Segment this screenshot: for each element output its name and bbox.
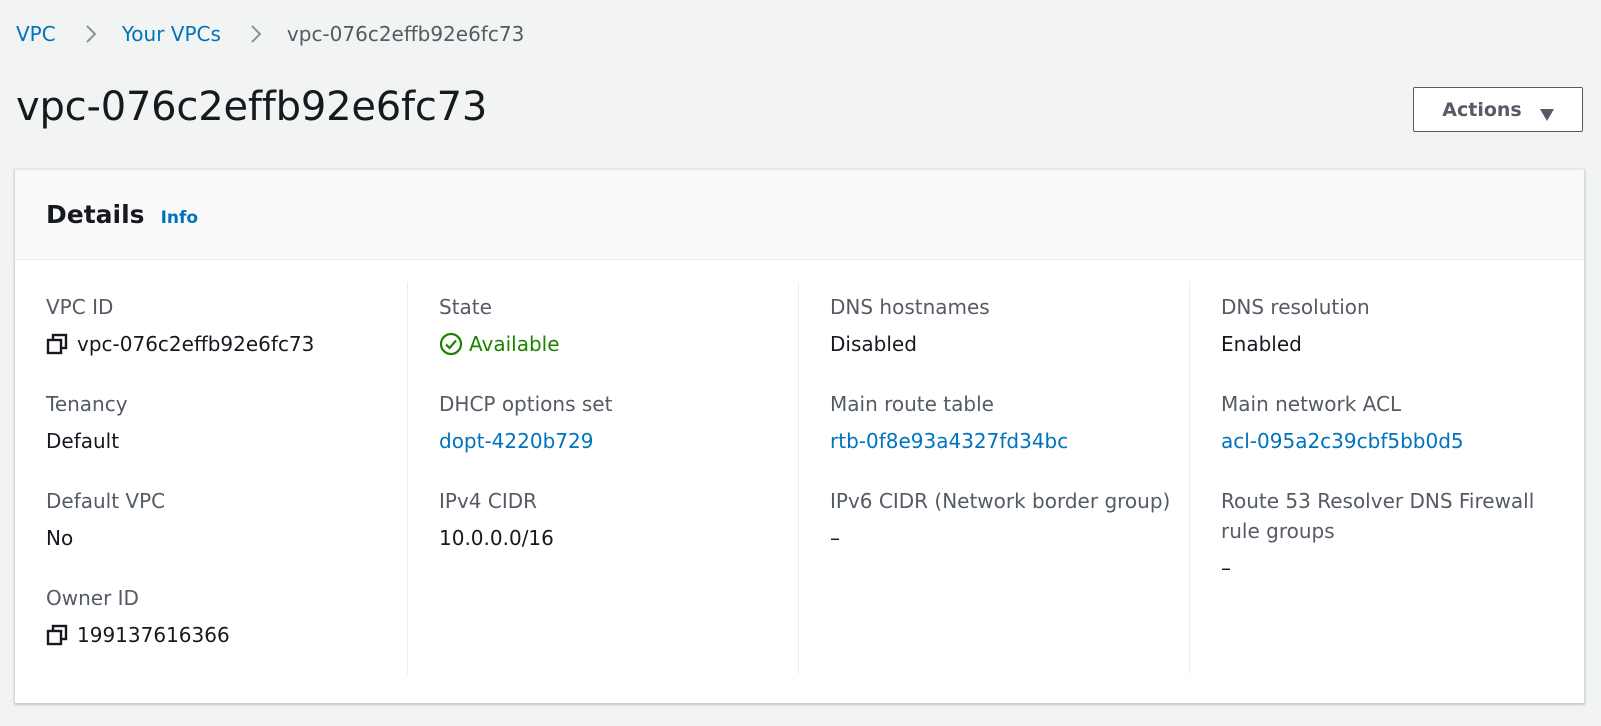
details-column-3: DNS hostnames Disabled Main route table … [830, 282, 1190, 674]
field-label: Default VPC [46, 489, 166, 513]
field-dhcp-options-set: DHCP options set dopt-4220b729 [439, 389, 799, 456]
main-route-table-link[interactable]: rtb-0f8e93a4327fd34bc [830, 426, 1190, 456]
ipv4-cidr-value: 10.0.0.0/16 [439, 526, 554, 550]
page-title: vpc-076c2effb92e6fc73 [16, 84, 488, 130]
field-label: Main network ACL [1221, 392, 1402, 416]
field-label: Owner ID [46, 586, 139, 610]
field-value: Available [439, 329, 799, 359]
field-label: DNS hostnames [830, 295, 990, 319]
default-vpc-value: No [46, 526, 74, 550]
field-value: 199137616366 [46, 620, 406, 650]
info-link[interactable]: Info [161, 208, 199, 228]
breadcrumb: VPC Your VPCs vpc-076c2effb92e6fc73 [16, 20, 524, 48]
breadcrumb-current: vpc-076c2effb92e6fc73 [286, 22, 525, 46]
dns-resolution-value: Enabled [1221, 332, 1302, 356]
field-vpc-id: VPC ID vpc-076c2effb92e6fc73 [46, 292, 406, 359]
chevron-right-icon [247, 23, 265, 45]
field-label: DHCP options set [439, 392, 613, 416]
details-panel: Details Info VPC ID vpc-076c2effb92e6fc7… [15, 169, 1584, 703]
field-ipv6-cidr: IPv6 CIDR (Network border group) – [830, 486, 1190, 553]
details-column-2: State Available DHCP options set dopt-42… [439, 282, 799, 674]
main-network-acl-link[interactable]: acl-095a2c39cbf5bb0d5 [1221, 426, 1581, 456]
field-label: Main route table [830, 392, 994, 416]
details-columns: VPC ID vpc-076c2effb92e6fc73 Tenancy Def… [15, 282, 1584, 674]
field-ipv4-cidr: IPv4 CIDR 10.0.0.0/16 [439, 486, 799, 553]
field-label: IPv6 CIDR (Network border group) [830, 489, 1171, 513]
column-divider [1189, 282, 1190, 674]
field-dns-hostnames: DNS hostnames Disabled [830, 292, 1190, 359]
ipv6-cidr-value: – [830, 526, 840, 550]
field-value: vpc-076c2effb92e6fc73 [46, 329, 406, 359]
field-state: State Available [439, 292, 799, 359]
copy-icon[interactable] [46, 333, 68, 355]
field-default-vpc: Default VPC No [46, 486, 406, 553]
vpc-id-value: vpc-076c2effb92e6fc73 [77, 332, 315, 356]
details-header: Details Info [15, 170, 1584, 260]
field-route53-firewall: Route 53 Resolver DNS Firewall rule grou… [1221, 486, 1551, 583]
column-divider [798, 282, 799, 674]
field-main-route-table: Main route table rtb-0f8e93a4327fd34bc [830, 389, 1190, 456]
field-label: VPC ID [46, 295, 114, 319]
actions-button[interactable]: Actions [1413, 87, 1583, 132]
tenancy-value: Default [46, 429, 120, 453]
details-column-4: DNS resolution Enabled Main network ACL … [1221, 282, 1561, 674]
chevron-right-icon [82, 23, 100, 45]
breadcrumb-vpc[interactable]: VPC [16, 22, 56, 46]
state-value: Available [469, 332, 560, 356]
field-label: IPv4 CIDR [439, 489, 538, 513]
field-dns-resolution: DNS resolution Enabled [1221, 292, 1581, 359]
field-label: State [439, 295, 492, 319]
column-divider [407, 282, 408, 674]
actions-label: Actions [1442, 98, 1522, 121]
dns-hostnames-value: Disabled [830, 332, 917, 356]
field-owner-id: Owner ID 199137616366 [46, 583, 406, 650]
copy-icon[interactable] [46, 624, 68, 646]
route53-firewall-value: – [1221, 556, 1231, 580]
details-column-1: VPC ID vpc-076c2effb92e6fc73 Tenancy Def… [46, 282, 406, 674]
field-tenancy: Tenancy Default [46, 389, 406, 456]
field-label: Route 53 Resolver DNS Firewall rule grou… [1221, 489, 1535, 543]
details-title: Details [46, 200, 145, 229]
caret-down-icon [1539, 104, 1554, 121]
breadcrumb-your-vpcs[interactable]: Your VPCs [122, 22, 221, 46]
field-main-network-acl: Main network ACL acl-095a2c39cbf5bb0d5 [1221, 389, 1581, 456]
field-label: DNS resolution [1221, 295, 1370, 319]
check-circle-icon [439, 332, 463, 356]
owner-id-value: 199137616366 [77, 623, 230, 647]
field-label: Tenancy [46, 392, 128, 416]
dhcp-options-link[interactable]: dopt-4220b729 [439, 426, 799, 456]
